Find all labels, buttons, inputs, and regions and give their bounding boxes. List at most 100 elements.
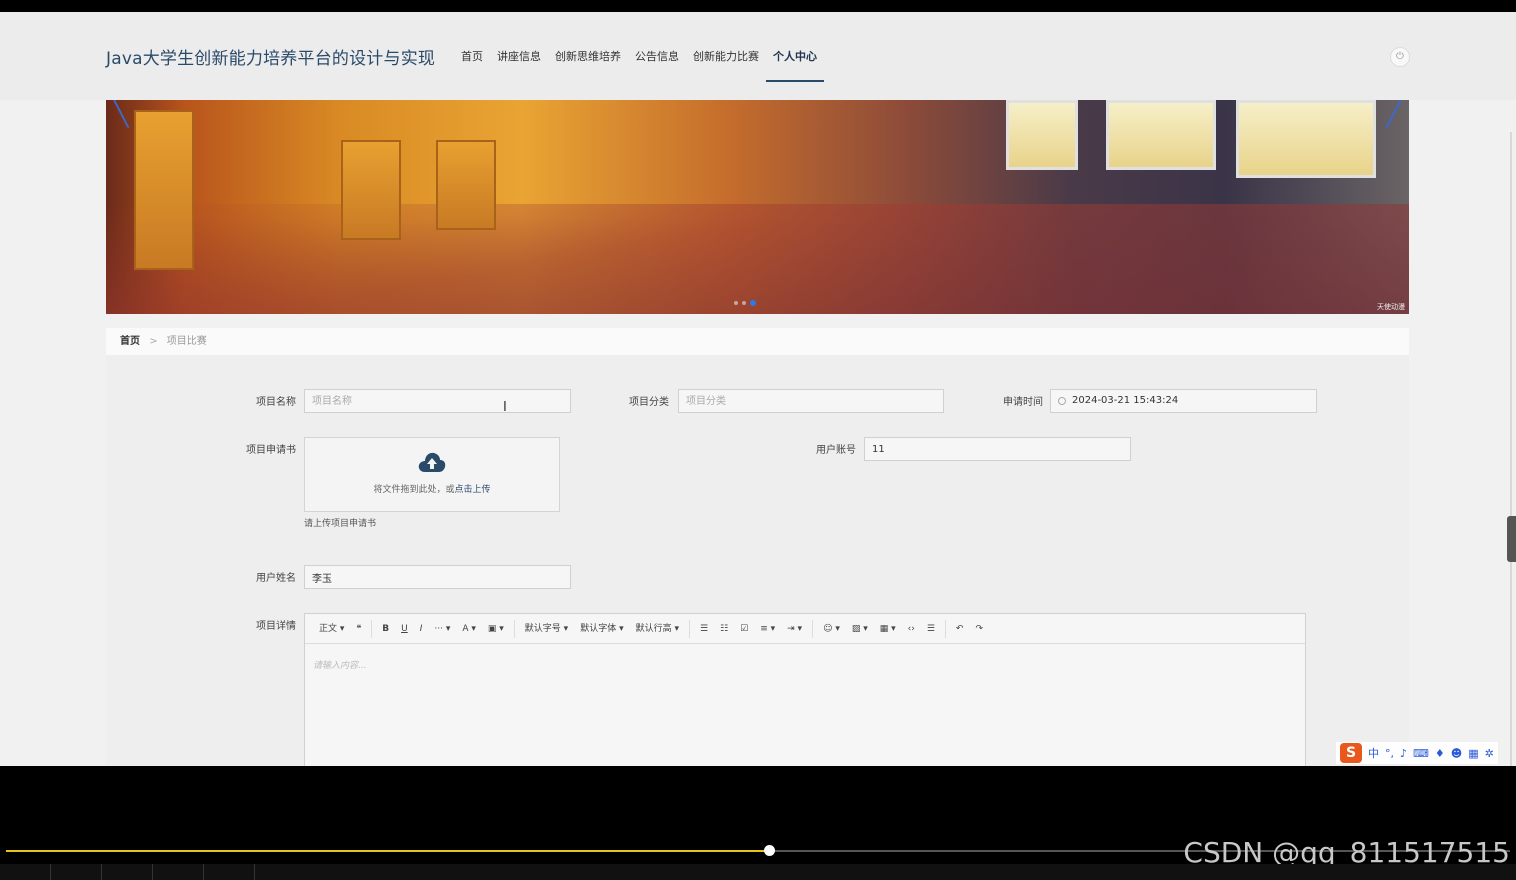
scrollbar-thumb[interactable]	[1507, 516, 1516, 562]
breadcrumb-current: 项目比赛	[166, 336, 207, 347]
user-account-label: 用户账号	[816, 445, 856, 456]
nav-item-announcements[interactable]: 公告信息	[628, 48, 686, 80]
font-color-icon[interactable]: A ▾	[456, 619, 482, 639]
table-icon[interactable]: ▦ ▾	[874, 619, 902, 639]
todo-checkbox-icon[interactable]: ☑	[734, 619, 754, 639]
taskbar-cell[interactable]	[51, 864, 102, 880]
header: Java大学生创新能力培养平台的设计与实现 首页 讲座信息 创新思维培养 公告信…	[0, 12, 1516, 100]
breadcrumb-separator: >	[149, 336, 158, 347]
quote-icon[interactable]: ❝	[350, 619, 367, 639]
toolbar-divider	[944, 619, 946, 638]
more-format-icon[interactable]: ··· ▾	[428, 619, 456, 639]
rich-text-editor: 正文 ▾ ❝ B U I ··· ▾ A ▾ ▣ ▾ 默认字号 ▾ 默认字体 ▾…	[304, 613, 1306, 766]
nav-item-personal-center[interactable]: 个人中心	[766, 48, 824, 82]
redo-icon[interactable]: ↷	[969, 619, 989, 639]
user-account-input[interactable]	[864, 437, 1131, 461]
editor-toolbar: 正文 ▾ ❝ B U I ··· ▾ A ▾ ▣ ▾ 默认字号 ▾ 默认字体 ▾…	[305, 614, 1305, 644]
toolbar-divider	[689, 619, 690, 638]
align-icon[interactable]: ≡ ▾	[754, 619, 781, 639]
project-form: 项目名称 I 项目分类 申请时间 2024-03-21 15:43:24 项目申…	[106, 355, 1409, 766]
user-name-label: 用户姓名	[256, 573, 296, 584]
banner-window	[1006, 100, 1078, 170]
banner-dot[interactable]	[742, 301, 746, 305]
undo-icon[interactable]: ↶	[950, 619, 970, 639]
banner-prev-icon[interactable]: ╲	[114, 100, 128, 128]
numbered-list-icon[interactable]: ☷	[714, 619, 734, 639]
project-name-label: 项目名称	[256, 397, 296, 408]
banner-door	[436, 140, 496, 230]
top-black-bar	[0, 0, 1516, 12]
toolbar-divider	[513, 619, 515, 638]
punctuation-icon[interactable]: °,	[1385, 747, 1394, 760]
breadcrumb-home[interactable]: 首页	[120, 336, 140, 347]
upload-click-link[interactable]: 点击上传	[455, 485, 491, 495]
banner-dot-active[interactable]	[750, 300, 756, 306]
apply-time-value: 2024-03-21 15:43:24	[1072, 395, 1179, 406]
taskbar-cell[interactable]	[204, 864, 255, 880]
line-height-label: 默认行高	[635, 623, 672, 634]
banner-carousel[interactable]: ╲ ╱ 天使动漫	[106, 100, 1409, 314]
image-icon[interactable]: ▨ ▾	[846, 619, 874, 639]
paragraph-format-select[interactable]: 正文 ▾	[313, 619, 350, 639]
upload-drop-text: 将文件拖到此处，或	[373, 485, 455, 495]
banner-window	[1236, 100, 1376, 178]
code-icon[interactable]: ‹›	[902, 619, 921, 639]
upload-instruction: 将文件拖到此处，或点击上传	[305, 482, 559, 495]
nav-item-competitions[interactable]: 创新能力比赛	[686, 48, 766, 80]
nav-item-home[interactable]: 首页	[454, 48, 490, 80]
banner-window	[1106, 100, 1216, 170]
bold-icon[interactable]: B	[376, 619, 395, 639]
microphone-icon[interactable]: ♪	[1400, 747, 1407, 760]
project-category-input[interactable]	[678, 389, 944, 413]
breadcrumb: 首页 > 项目比赛	[106, 328, 1409, 355]
divider-line-icon[interactable]: ☰	[921, 619, 941, 639]
settings-icon[interactable]: ✲	[1485, 747, 1494, 760]
underline-icon[interactable]: U	[395, 619, 414, 639]
project-category-label: 项目分类	[629, 397, 669, 408]
taskbar-strip	[0, 864, 1516, 880]
banner-watermark: 天使动漫	[1377, 303, 1405, 311]
keyboard-icon[interactable]: ⌨	[1413, 747, 1429, 760]
page: Java大学生创新能力培养平台的设计与实现 首页 讲座信息 创新思维培养 公告信…	[0, 12, 1516, 766]
taskbar-cell[interactable]	[0, 864, 51, 880]
skin-icon[interactable]: ♦	[1435, 747, 1445, 760]
banner-next-icon[interactable]: ╱	[1387, 100, 1401, 128]
apply-time-label: 申请时间	[1003, 397, 1043, 408]
scrollbar-track	[1510, 132, 1512, 766]
nav-item-lectures[interactable]: 讲座信息	[490, 48, 548, 80]
font-family-select[interactable]: 默认字体 ▾	[574, 619, 629, 639]
toolbox-icon[interactable]: ▦	[1468, 747, 1478, 760]
video-player-controls: CSDN @qq_811517515	[0, 766, 1516, 880]
background-color-icon[interactable]: ▣ ▾	[482, 619, 510, 639]
file-upload-dropzone[interactable]: 将文件拖到此处，或点击上传	[304, 437, 560, 512]
font-size-select[interactable]: 默认字号 ▾	[519, 619, 574, 639]
bullet-list-icon[interactable]: ☰	[694, 619, 714, 639]
line-height-select[interactable]: 默认行高 ▾	[630, 619, 685, 639]
progress-fill	[6, 850, 769, 852]
ime-toolbar: S 中 °, ♪ ⌨ ♦ ☻ ▦ ✲	[1336, 742, 1498, 764]
indent-icon[interactable]: ⇥ ▾	[781, 619, 808, 639]
nav-item-innovation-thinking[interactable]: 创新思维培养	[548, 48, 628, 80]
banner-door	[341, 140, 401, 240]
progress-knob[interactable]	[764, 845, 775, 856]
italic-icon[interactable]: I	[414, 619, 429, 639]
font-family-label: 默认字体	[580, 623, 617, 634]
project-name-input[interactable]	[304, 389, 571, 413]
apply-time-picker[interactable]: 2024-03-21 15:43:24	[1050, 389, 1317, 413]
font-size-label: 默认字号	[524, 623, 561, 634]
taskbar-cell[interactable]	[102, 864, 153, 880]
user-name-input[interactable]	[304, 565, 571, 589]
assistant-icon[interactable]: ☻	[1451, 747, 1462, 760]
sogou-ime-logo[interactable]: S	[1340, 743, 1362, 763]
power-icon[interactable]: ⏻	[1390, 47, 1410, 67]
emoji-icon[interactable]: ☺ ▾	[817, 619, 846, 639]
site-title: Java大学生创新能力培养平台的设计与实现	[106, 49, 436, 69]
editor-content-area[interactable]: 请输入内容...	[305, 644, 1305, 685]
ime-mode-toggle[interactable]: 中	[1368, 745, 1379, 761]
banner-dot[interactable]	[734, 301, 738, 305]
application-file-label: 项目申请书	[246, 445, 296, 456]
paragraph-format-label: 正文	[319, 623, 338, 634]
toolbar-divider	[371, 619, 373, 638]
clock-icon	[1058, 397, 1066, 405]
taskbar-cell[interactable]	[153, 864, 204, 880]
